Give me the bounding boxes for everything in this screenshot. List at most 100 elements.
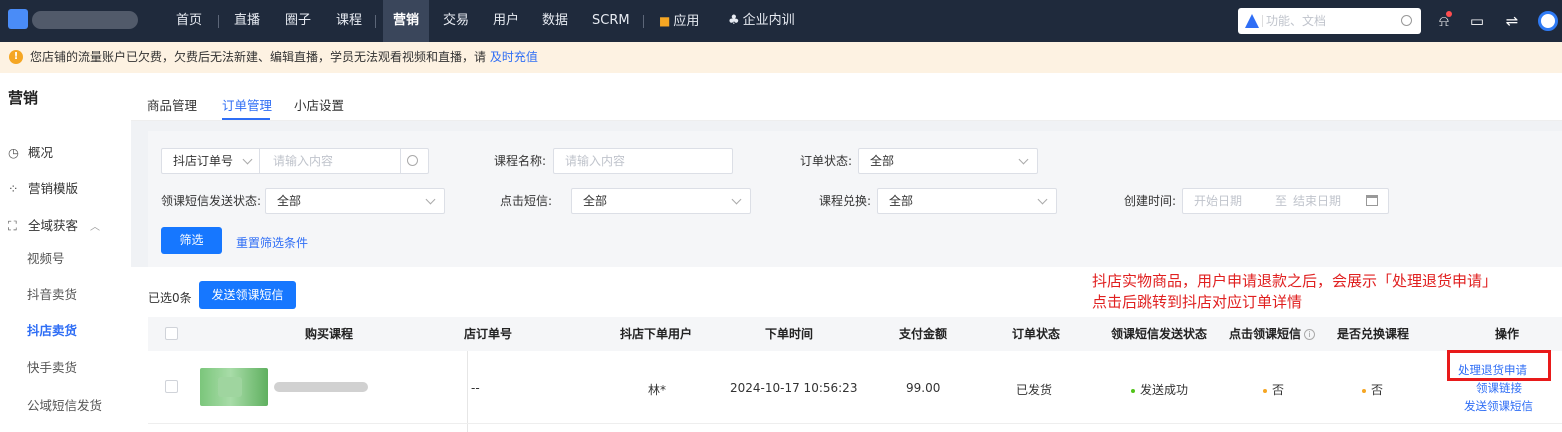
- avatar[interactable]: [1538, 11, 1558, 31]
- cell-redeemed-text: 否: [1371, 383, 1384, 397]
- filter-button[interactable]: 筛选: [161, 227, 222, 254]
- cell-amount: 99.00: [906, 381, 941, 395]
- order-status-value: 全部: [870, 154, 895, 168]
- reset-filters-link[interactable]: 重置筛选条件: [236, 234, 308, 251]
- search-icon[interactable]: [407, 155, 418, 166]
- start-date-input[interactable]: 开始日期: [1194, 189, 1242, 213]
- course-name-placeholder: 请输入内容: [565, 154, 626, 168]
- course-name-input[interactable]: 请输入内容: [553, 148, 733, 174]
- search-brand-icon: [1245, 14, 1259, 28]
- send-sms-link[interactable]: 发送领课短信: [1464, 398, 1533, 414]
- order-search-input[interactable]: 请输入内容: [273, 149, 333, 173]
- col-sms-status: 领课短信发送状态: [1111, 327, 1208, 341]
- click-sms-label: 点击短信:: [500, 194, 553, 208]
- select-all-checkbox[interactable]: [165, 327, 178, 340]
- course-redeem-select[interactable]: 全部: [877, 188, 1057, 214]
- cell-sms-status-text: 发送成功: [1140, 383, 1189, 397]
- apps-grid-icon: ■: [659, 14, 671, 28]
- nav-circle[interactable]: 圈子: [285, 0, 311, 42]
- nav-training-label: 企业内训: [742, 13, 795, 28]
- sidebar-item-overview[interactable]: ◷ 概况: [8, 142, 53, 161]
- order-search-group: 抖店订单号 请输入内容: [161, 148, 429, 174]
- status-dot: [1362, 388, 1366, 393]
- send-sms-button[interactable]: 发送领课短信: [199, 281, 296, 309]
- sidebar-sub-channels[interactable]: 视频号: [27, 248, 65, 267]
- nav-live[interactable]: 直播: [234, 0, 260, 42]
- calendar-icon: [1366, 195, 1378, 206]
- row-checkbox[interactable]: [165, 380, 178, 393]
- order-type-select[interactable]: 抖店订单号: [173, 149, 233, 173]
- col-time: 下单时间: [765, 327, 814, 341]
- sidebar-item-acquisition[interactable]: ⛶ 全域获客 ︿: [8, 215, 100, 234]
- cell-redeemed: 否: [1362, 381, 1383, 398]
- nav-users[interactable]: 用户: [493, 0, 519, 42]
- sidebar-sub-sms-delivery[interactable]: 公域短信发货: [27, 395, 102, 414]
- created-time-label: 创建时间:: [1124, 194, 1177, 208]
- nav-trade[interactable]: 交易: [443, 0, 469, 42]
- global-search[interactable]: 功能、文档: [1238, 8, 1421, 34]
- bell-icon[interactable]: ⍾: [1433, 10, 1455, 32]
- nav-data[interactable]: 数据: [542, 0, 568, 42]
- course-name-blurred: [274, 382, 368, 392]
- chevron-down-icon: [1037, 194, 1048, 205]
- order-status-select[interactable]: 全部: [858, 148, 1038, 174]
- sidebar-item-label: 营销模版: [28, 181, 79, 196]
- tab-orders[interactable]: 订单管理: [222, 95, 272, 114]
- page-tabs: 商品管理 订单管理 小店设置: [131, 73, 1562, 121]
- sidebar-sub-douyin-shop[interactable]: 抖店卖货: [27, 320, 77, 339]
- tab-products[interactable]: 商品管理: [147, 95, 197, 114]
- nav-training[interactable]: ♣ 企业内训: [728, 0, 795, 42]
- col-actions: 操作: [1495, 327, 1520, 341]
- nav-marketing[interactable]: 营销: [383, 0, 430, 42]
- cell-user: 林*: [648, 383, 667, 397]
- info-icon[interactable]: i: [1304, 329, 1316, 340]
- course-link[interactable]: 领课链接: [1476, 380, 1522, 396]
- nav-home[interactable]: 首页: [176, 0, 202, 42]
- sms-status-select[interactable]: 全部: [265, 188, 445, 214]
- scan-icon: ⛶: [8, 218, 17, 233]
- sidebar-item-label: 全域获客: [28, 218, 79, 233]
- chevron-down-icon: [425, 194, 436, 205]
- sms-status-value: 全部: [277, 194, 302, 208]
- nav-course[interactable]: 课程: [336, 0, 362, 42]
- col-click-sms: 点击领课短信 i: [1229, 317, 1316, 351]
- col-course: 购买课程: [305, 327, 354, 341]
- row-divider: [148, 423, 1562, 424]
- selected-count: 已选0条: [148, 291, 192, 305]
- end-date-input[interactable]: 结束日期: [1293, 189, 1341, 213]
- click-sms-select[interactable]: 全部: [571, 188, 751, 214]
- status-dot: [1263, 388, 1267, 393]
- course-redeem-value: 全部: [889, 194, 914, 208]
- nav-apps[interactable]: ■ 应用: [659, 0, 699, 42]
- tab-shop-settings[interactable]: 小店设置: [294, 95, 344, 114]
- thumbnail-inner: [218, 377, 242, 397]
- annotation-line-2: 点击后跳转到抖店对应订单详情: [1092, 293, 1303, 311]
- date-range-separator: 至: [1275, 194, 1288, 208]
- cell-clicked-text: 否: [1272, 383, 1285, 397]
- clock-icon: ◷: [8, 145, 19, 160]
- arrears-warning-bar: ! 您店铺的流量账户已欠费，欠费后无法新建、编辑直播，学员无法观看视频和直播，请…: [0, 42, 1562, 73]
- highlight-box: [1447, 350, 1551, 381]
- col-status: 订单状态: [1012, 327, 1061, 341]
- search-placeholder: 功能、文档: [1266, 14, 1327, 28]
- sidebar-sub-douyin-sales[interactable]: 抖音卖货: [27, 284, 77, 303]
- chevron-down-icon: [731, 194, 742, 205]
- field-divider: [400, 149, 401, 173]
- sidebar-item-templates[interactable]: ⁘ 营销模版: [8, 178, 78, 197]
- date-range-picker[interactable]: 开始日期 至 结束日期: [1182, 188, 1389, 214]
- click-sms-value: 全部: [583, 194, 608, 208]
- recharge-link[interactable]: 及时充值: [490, 50, 538, 64]
- red-annotation: 抖店实物商品，用户申请退款之后，会展示「处理退货申请」 点击后跳转到抖店对应订单…: [1092, 271, 1497, 313]
- chevron-up-icon: ︿: [90, 222, 101, 233]
- chevron-down-icon: [1018, 154, 1029, 165]
- app-logo-icon[interactable]: [8, 9, 28, 29]
- nav-scrm[interactable]: SCRM: [592, 0, 630, 42]
- store-icon[interactable]: ▭: [1466, 10, 1488, 32]
- chevron-down-icon: [242, 154, 253, 165]
- table-header: 购买课程 店订单号 抖店下单用户 下单时间 支付金额 订单状态 领课短信发送状态…: [148, 317, 1562, 351]
- annotation-line-1: 抖店实物商品，用户申请退款之后，会展示「处理退货申请」: [1092, 272, 1498, 290]
- switch-icon[interactable]: ⇌: [1501, 10, 1523, 32]
- filter-panel: 抖店订单号 请输入内容 课程名称: 请输入内容 订单状态: 全部 领课短信发送状…: [148, 131, 1562, 267]
- sidebar-sub-kuaishou[interactable]: 快手卖货: [27, 357, 77, 376]
- search-icon[interactable]: [1401, 15, 1412, 26]
